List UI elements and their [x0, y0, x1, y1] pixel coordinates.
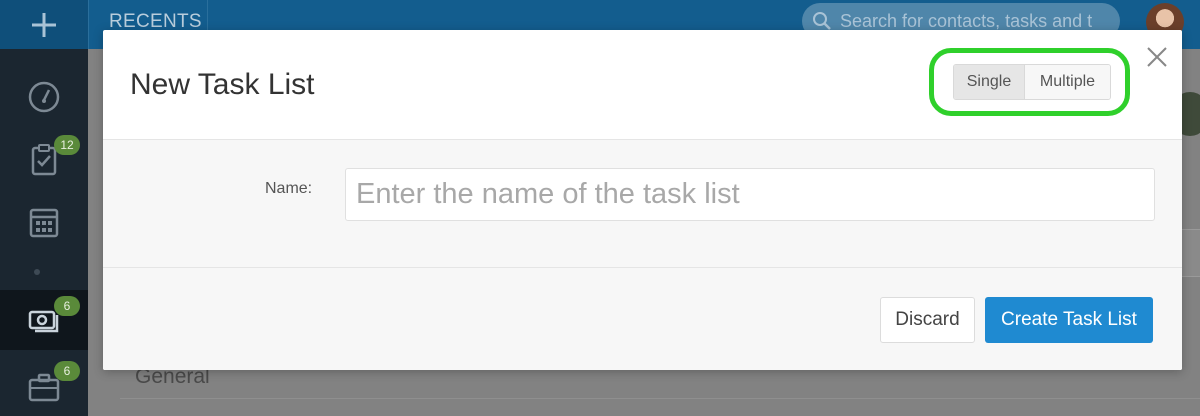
dialog-footer: Discard Create Task List: [103, 268, 1182, 370]
dialog-header: New Task List Single Multiple: [103, 30, 1182, 140]
close-icon: [1147, 47, 1167, 67]
dialog-title: New Task List: [130, 68, 315, 101]
plus-icon: [32, 12, 56, 37]
calendar-icon: [29, 208, 59, 238]
divider: [120, 398, 1200, 399]
sidebar-separator: [34, 269, 40, 275]
mode-single-button[interactable]: Single: [954, 65, 1025, 99]
deals-badge: 6: [54, 296, 80, 316]
dashboard-icon: [28, 81, 60, 113]
search-placeholder: Search for contacts, tasks and t: [840, 11, 1093, 31]
tasks-badge: 12: [54, 135, 80, 155]
sidebar-item-projects[interactable]: 6: [0, 357, 88, 416]
sidebar-item-deals[interactable]: 6: [0, 290, 88, 350]
discard-button[interactable]: Discard: [880, 297, 975, 343]
sidebar-item-dashboard[interactable]: [0, 67, 88, 127]
mode-toggle: Single Multiple: [953, 64, 1111, 100]
search-icon: [813, 12, 831, 30]
sidebar: 12 6 6: [0, 49, 88, 416]
sidebar-item-calendar[interactable]: [0, 193, 88, 253]
mode-multiple-button[interactable]: Multiple: [1025, 65, 1110, 99]
sidebar-item-tasks[interactable]: 12: [0, 129, 88, 189]
close-button[interactable]: [1145, 45, 1169, 69]
task-list-name-input[interactable]: [345, 168, 1155, 221]
create-task-list-button[interactable]: Create Task List: [985, 297, 1153, 343]
name-label: Name:: [265, 180, 313, 197]
dialog-body: Name:: [103, 140, 1182, 268]
new-task-list-dialog: New Task List Single Multiple Name: Disc…: [103, 30, 1182, 370]
add-button[interactable]: [0, 0, 88, 49]
projects-badge: 6: [54, 361, 80, 381]
